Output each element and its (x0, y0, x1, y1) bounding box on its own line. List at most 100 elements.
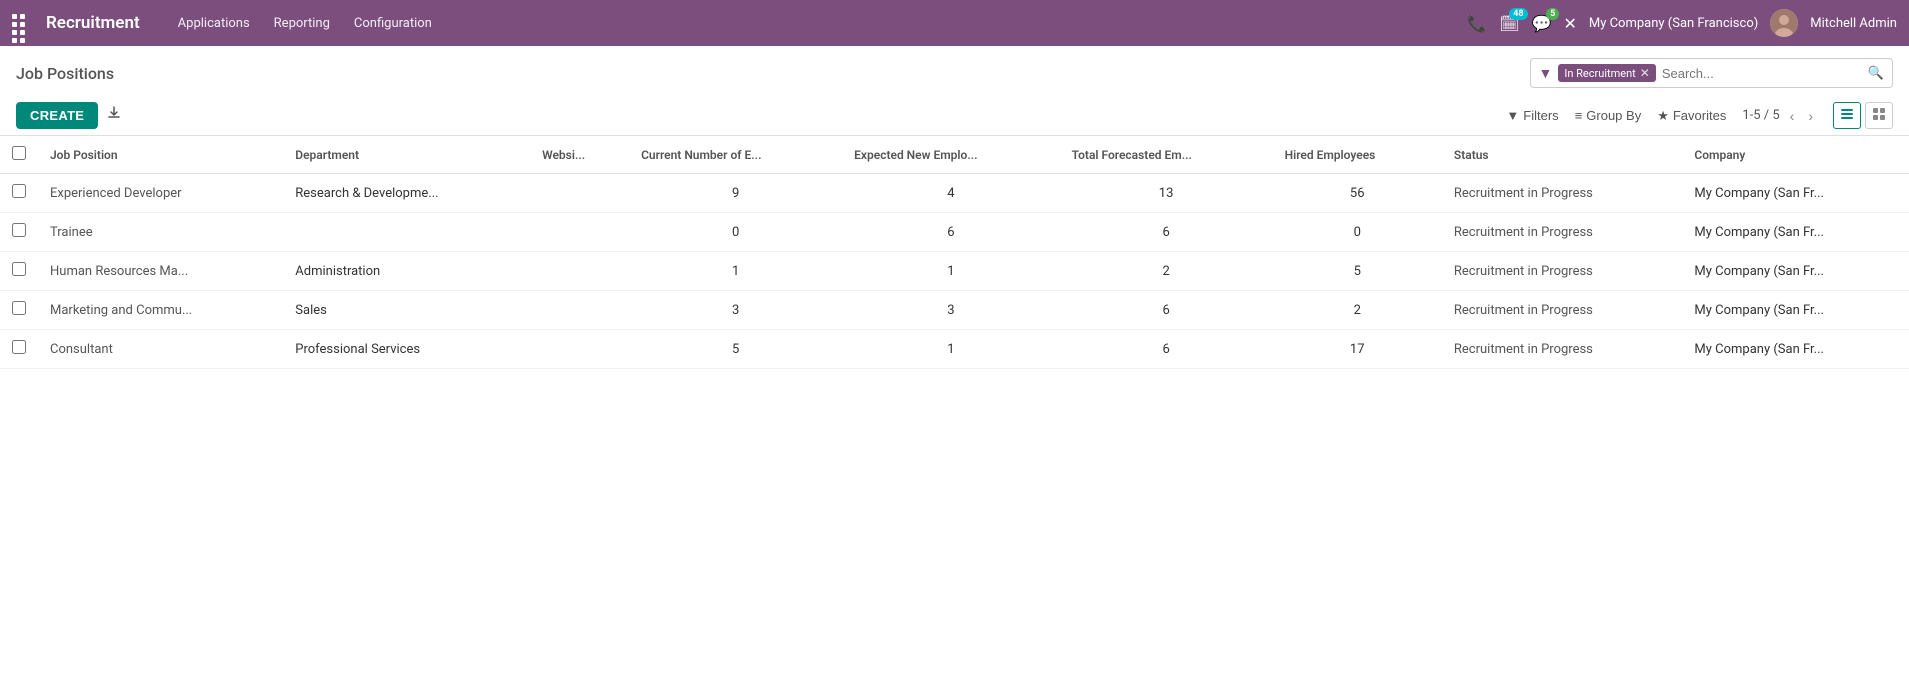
pagination: 1-5 / 5 ‹ › (1742, 106, 1817, 126)
col-job-position[interactable]: Job Position (38, 136, 283, 174)
groupby-button[interactable]: ≡ Group By (1575, 108, 1642, 123)
row-checkbox-cell[interactable] (0, 252, 38, 291)
page-header: Job Positions ▼ In Recruitment ✕ 🔍 (0, 46, 1909, 96)
cell-job-position[interactable]: Trainee (38, 213, 283, 252)
table-row[interactable]: Trainee 0 6 6 0 Recruitment in Progress … (0, 213, 1909, 252)
row-checkbox[interactable] (12, 184, 26, 198)
app-brand: Recruitment (46, 13, 140, 33)
chat-icon[interactable]: 💬 5 (1532, 14, 1552, 33)
row-checkbox[interactable] (12, 301, 26, 315)
nav-applications[interactable]: Applications (168, 10, 260, 37)
cell-hired-employees: 5 (1273, 252, 1442, 291)
topnav-links: Applications Reporting Configuration (168, 10, 1452, 37)
row-checkbox-cell[interactable] (0, 330, 38, 369)
calendar-badge: 48 (1509, 8, 1527, 20)
chat-badge: 5 (1546, 8, 1559, 20)
cell-job-position[interactable]: Marketing and Commu... (38, 291, 283, 330)
cell-total-forecasted: 2 (1060, 252, 1273, 291)
row-checkbox-cell[interactable] (0, 213, 38, 252)
table-row[interactable]: Marketing and Commu... Sales 3 3 6 2 Rec… (0, 291, 1909, 330)
cell-company: My Company (San Fr... (1682, 213, 1909, 252)
close-icon[interactable]: ✕ (1563, 14, 1576, 33)
favorites-button[interactable]: ★ Favorites (1657, 108, 1726, 124)
nav-reporting[interactable]: Reporting (264, 10, 340, 37)
row-checkbox-cell[interactable] (0, 291, 38, 330)
select-all-checkbox[interactable] (12, 146, 26, 160)
cell-total-forecasted: 6 (1060, 213, 1273, 252)
cell-department (283, 213, 530, 252)
create-button[interactable]: CREATE (16, 102, 98, 129)
cell-hired-employees: 56 (1273, 174, 1442, 213)
cell-expected-new: 6 (842, 213, 1060, 252)
cell-company: My Company (San Fr... (1682, 252, 1909, 291)
kanban-view-button[interactable] (1865, 102, 1893, 129)
cell-department: Sales (283, 291, 530, 330)
row-checkbox[interactable] (12, 340, 26, 354)
topnav: Recruitment Applications Reporting Confi… (0, 0, 1909, 46)
cell-current-employees: 1 (629, 252, 842, 291)
filter-remove-icon[interactable]: ✕ (1640, 66, 1650, 80)
cell-total-forecasted: 6 (1060, 330, 1273, 369)
col-total-forecasted[interactable]: Total Forecasted Em... (1060, 136, 1273, 174)
cell-total-forecasted: 13 (1060, 174, 1273, 213)
col-website[interactable]: Websi... (530, 136, 629, 174)
grid-menu-icon[interactable] (12, 14, 30, 32)
cell-website (530, 291, 629, 330)
cell-hired-employees: 0 (1273, 213, 1442, 252)
groupby-icon: ≡ (1575, 108, 1583, 123)
cell-website (530, 330, 629, 369)
cell-company: My Company (San Fr... (1682, 291, 1909, 330)
select-all-header[interactable] (0, 136, 38, 174)
row-checkbox-cell[interactable] (0, 174, 38, 213)
col-status[interactable]: Status (1442, 136, 1683, 174)
next-page-button[interactable]: › (1804, 106, 1817, 126)
table-row[interactable]: Consultant Professional Services 5 1 6 1… (0, 330, 1909, 369)
calendar-icon[interactable]: 🗓 48 (1499, 14, 1519, 33)
cell-expected-new: 1 (842, 330, 1060, 369)
col-hired-employees[interactable]: Hired Employees (1273, 136, 1442, 174)
row-checkbox[interactable] (12, 223, 26, 237)
col-current-employees[interactable]: Current Number of E... (629, 136, 842, 174)
cell-total-forecasted: 6 (1060, 291, 1273, 330)
list-view-button[interactable] (1833, 102, 1861, 129)
cell-status: Recruitment in Progress (1442, 330, 1683, 369)
filters-button[interactable]: ▼ Filters (1506, 108, 1558, 123)
search-input[interactable] (1662, 66, 1862, 81)
prev-page-button[interactable]: ‹ (1786, 106, 1799, 126)
search-icon[interactable]: 🔍 (1868, 66, 1884, 81)
search-bar: ▼ In Recruitment ✕ 🔍 (1530, 58, 1894, 88)
cell-job-position[interactable]: Consultant (38, 330, 283, 369)
toolbar-right: ▼ Filters ≡ Group By ★ Favorites 1-5 / 5… (1506, 102, 1893, 129)
table-row[interactable]: Experienced Developer Research & Develop… (0, 174, 1909, 213)
cell-job-position[interactable]: Experienced Developer (38, 174, 283, 213)
cell-current-employees: 5 (629, 330, 842, 369)
cell-hired-employees: 2 (1273, 291, 1442, 330)
row-checkbox[interactable] (12, 262, 26, 276)
cell-expected-new: 4 (842, 174, 1060, 213)
cell-website (530, 174, 629, 213)
col-company[interactable]: Company (1682, 136, 1909, 174)
cell-current-employees: 9 (629, 174, 842, 213)
nav-configuration[interactable]: Configuration (344, 10, 442, 37)
cell-current-employees: 0 (629, 213, 842, 252)
filter-icon: ▼ (1506, 108, 1519, 123)
star-icon: ★ (1657, 108, 1669, 124)
cell-status: Recruitment in Progress (1442, 213, 1683, 252)
cell-hired-employees: 17 (1273, 330, 1442, 369)
topnav-right: 📞 🗓 48 💬 5 ✕ My Company (San Francisco) … (1467, 9, 1897, 37)
toolbar: CREATE ▼ Filters ≡ Group By ★ Favorites … (0, 96, 1909, 136)
cell-status: Recruitment in Progress (1442, 252, 1683, 291)
data-table: Job Position Department Websi... Current… (0, 136, 1909, 369)
table-row[interactable]: Human Resources Ma... Administration 1 1… (0, 252, 1909, 291)
phone-icon[interactable]: 📞 (1467, 14, 1487, 33)
filter-label: In Recruitment (1564, 67, 1635, 80)
download-button[interactable] (106, 105, 122, 126)
user-avatar[interactable] (1770, 9, 1798, 37)
cell-job-position[interactable]: Human Resources Ma... (38, 252, 283, 291)
col-expected-new[interactable]: Expected New Emplo... (842, 136, 1060, 174)
col-department[interactable]: Department (283, 136, 530, 174)
search-filter-tag: In Recruitment ✕ (1558, 64, 1655, 82)
user-name[interactable]: Mitchell Admin (1810, 16, 1897, 31)
cell-status: Recruitment in Progress (1442, 174, 1683, 213)
page-title: Job Positions (16, 64, 1518, 83)
